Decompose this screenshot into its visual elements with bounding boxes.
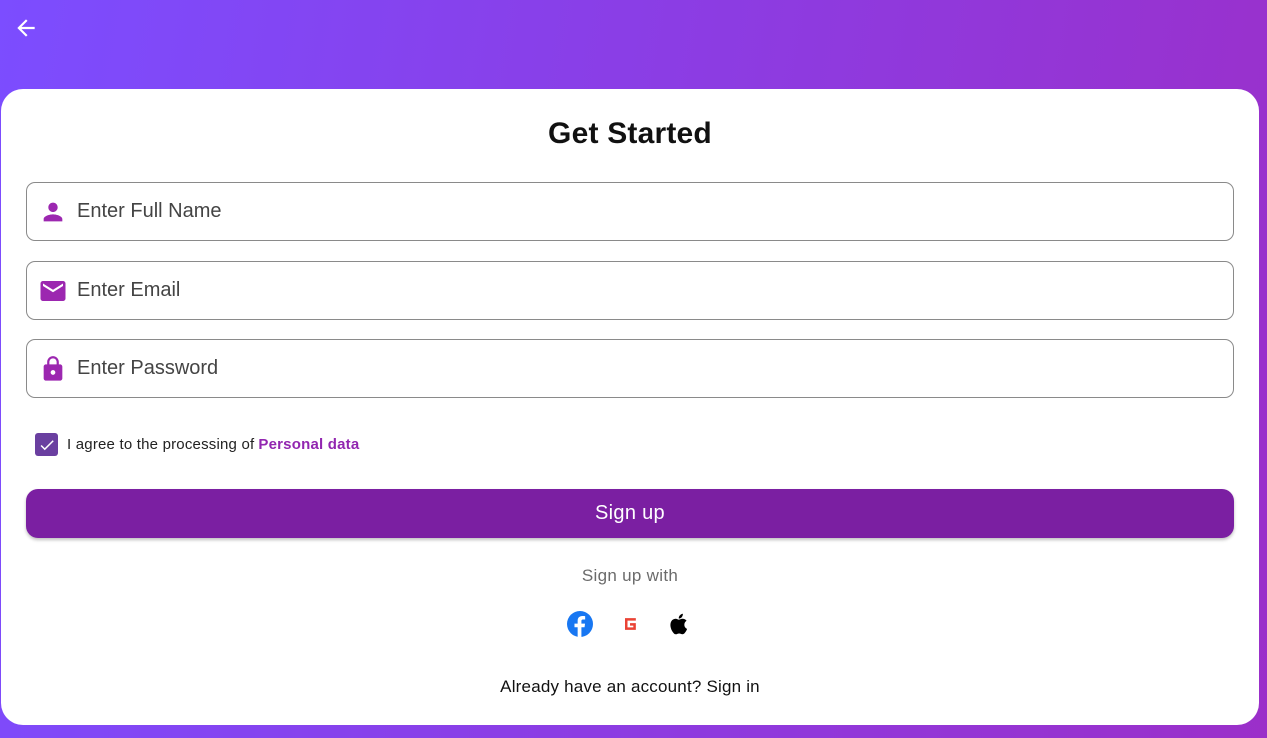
facebook-button[interactable] (567, 611, 593, 637)
facebook-icon (567, 611, 593, 637)
agree-checkbox[interactable] (35, 433, 58, 456)
sign-up-with-label: Sign up with (581, 566, 679, 585)
apple-icon (670, 613, 688, 635)
google-button[interactable] (617, 611, 643, 637)
social-buttons (1, 611, 1259, 637)
mail-icon (27, 262, 77, 319)
signup-card: Get Started I agr (1, 89, 1259, 725)
person-icon (27, 183, 77, 240)
apple-button[interactable] (667, 611, 693, 637)
full-name-field[interactable] (26, 182, 1234, 241)
password-field[interactable] (26, 339, 1234, 398)
full-name-input[interactable] (77, 183, 1233, 240)
google-icon (625, 618, 636, 630)
agree-text-wrapper: I agree to the processing of Personal dat… (67, 436, 359, 453)
page-title: Get Started (548, 117, 712, 150)
sign-up-button[interactable]: Sign up (26, 489, 1234, 538)
arrow-left-icon (17, 19, 35, 37)
email-field[interactable] (26, 261, 1234, 320)
password-input[interactable] (77, 340, 1233, 397)
agree-label: I agree to the processing of (67, 436, 255, 453)
email-input[interactable] (77, 262, 1233, 319)
agree-row: I agree to the processing of Personal dat… (35, 433, 359, 456)
back-button[interactable] (12, 14, 40, 42)
personal-data-link[interactable]: Personal data (258, 436, 359, 453)
lock-icon (27, 340, 77, 397)
check-icon (40, 439, 54, 450)
sign-in-link[interactable]: Already have an account? Sign in (1, 677, 1259, 697)
